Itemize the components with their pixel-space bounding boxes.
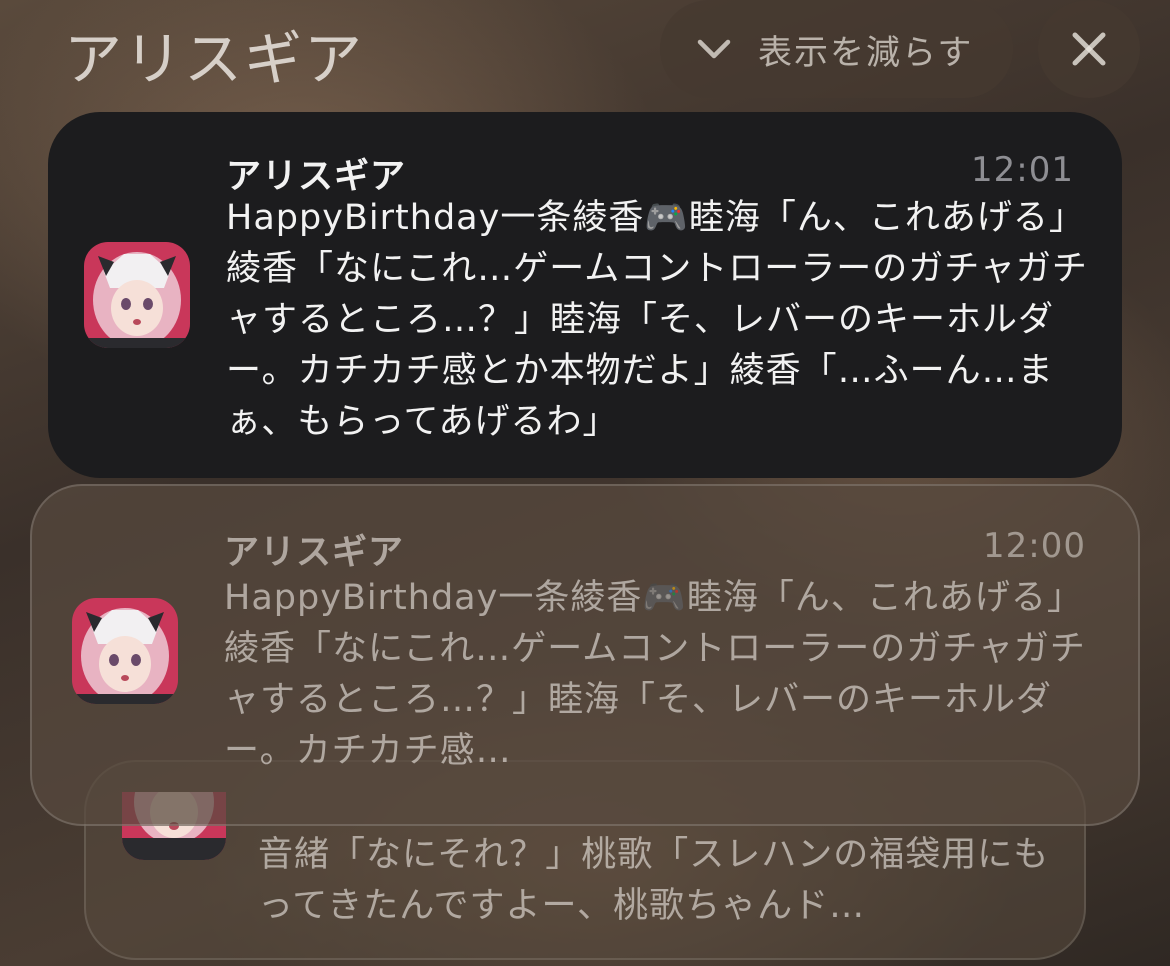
notification-card-previous[interactable]: アリスギア 12:00 HappyBirthday一条綾香🎮睦海「ん、これあげる…: [30, 484, 1140, 826]
notification-card-latest[interactable]: アリスギア 12:01 HappyBirthday一条綾香🎮睦海「ん、これあげる…: [48, 112, 1122, 478]
notification-app-name: アリスギア: [226, 157, 407, 197]
notification-app-name: アリスギア: [224, 533, 405, 573]
app-icon-alice-gear: [84, 242, 190, 348]
notification-time: 12:00: [983, 526, 1086, 566]
notification-body: 音緒「なにそれ？」桃歌「スレハンの福袋用にもってきたんですよー、桃歌ちゃんド…: [258, 835, 1050, 926]
notification-body: HappyBirthday一条綾香🎮睦海「ん、これあげる」綾香「なにこれ…ゲーム…: [224, 578, 1086, 771]
group-title: アリスギア: [64, 25, 365, 93]
close-group-button[interactable]: [1038, 0, 1140, 98]
close-icon: [1072, 32, 1106, 66]
app-icon-alice-gear: [72, 598, 178, 704]
notification-body: HappyBirthday一条綾香🎮睦海「ん、これあげる」綾香「なにこれ…ゲーム…: [226, 198, 1088, 442]
show-less-label: 表示を減らす: [758, 32, 974, 73]
show-less-button[interactable]: 表示を減らす: [660, 0, 1013, 98]
notification-time: 12:01: [971, 150, 1074, 190]
chevron-down-icon: [697, 39, 731, 59]
